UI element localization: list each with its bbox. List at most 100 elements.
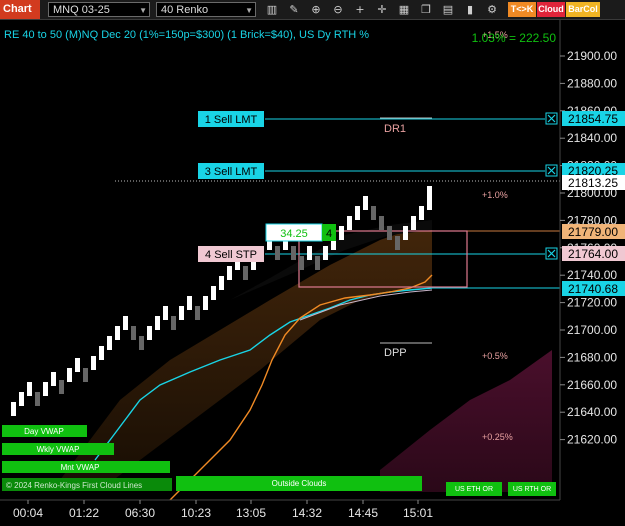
down-brick	[315, 256, 320, 270]
crosshair-icon[interactable]: ✛	[374, 2, 390, 17]
up-brick	[211, 286, 216, 300]
price-tick-label: 21900.00	[567, 49, 617, 63]
up-brick	[155, 316, 160, 330]
bar-type-value: 40 Renko	[161, 4, 209, 16]
up-brick	[323, 246, 328, 260]
pct-05-label: +0.5%	[482, 351, 508, 361]
up-brick	[27, 382, 32, 396]
pencil-icon[interactable]: ✎	[286, 2, 302, 17]
order-price-badge-1: 21854.75	[562, 111, 625, 126]
time-axis[interactable]: 00:04 01:22 06:30 10:23 13:05 14:32 14:45 15:01	[13, 500, 433, 520]
order-label-3-text: 3 Sell LMT	[205, 166, 258, 178]
dpp-label: DPP	[384, 347, 407, 359]
price-tick-label: 21840.00	[567, 131, 617, 145]
down-brick	[171, 316, 176, 330]
chevron-down-icon: ▼	[139, 6, 147, 15]
up-brick	[75, 358, 80, 372]
down-brick	[195, 306, 200, 320]
time-tick-label: 01:22	[69, 506, 99, 520]
svg-text:Wkly VWAP: Wkly VWAP	[37, 445, 80, 454]
up-brick	[99, 346, 104, 360]
pct-1-label: +1.0%	[482, 190, 508, 200]
order-label-1[interactable]: 1 Sell LMT	[198, 111, 264, 127]
pct-025-label: +0.25%	[482, 432, 513, 442]
tok-button[interactable]: T<>K	[508, 2, 536, 17]
down-brick	[275, 246, 280, 260]
dr1-label: DR1	[384, 123, 406, 135]
copyright-text: © 2024 Renko-Kings First Cloud Lines	[6, 481, 142, 490]
up-brick	[227, 266, 232, 280]
time-tick-label: 06:30	[125, 506, 155, 520]
order-label-4-text: 4 Sell STP	[205, 249, 257, 261]
price-tick-label: 21680.00	[567, 350, 617, 364]
price-tick-label: 21880.00	[567, 76, 617, 90]
time-tick-label: 14:32	[292, 506, 322, 520]
bars-icon[interactable]: ▮	[462, 2, 478, 17]
chevron-down-icon: ▼	[245, 6, 253, 15]
copy-icon[interactable]: ❐	[418, 2, 434, 17]
down-brick	[139, 336, 144, 350]
up-brick	[91, 356, 96, 370]
up-brick	[163, 306, 168, 320]
down-brick	[299, 256, 304, 270]
up-brick	[219, 276, 224, 290]
order-label-4[interactable]: 4 Sell STP	[198, 246, 264, 262]
price-tick-label: 21640.00	[567, 405, 617, 419]
plus-icon[interactable]: +	[352, 2, 368, 17]
position-value: 34.25	[280, 228, 308, 240]
price-tick-label: 21660.00	[567, 378, 617, 392]
position-count: 4	[326, 228, 332, 240]
svg-text:21764.00: 21764.00	[568, 247, 618, 261]
cloud-button[interactable]: Cloud	[537, 2, 565, 17]
last-price-badge: 21813.25	[562, 175, 625, 190]
lower-cloud	[60, 222, 432, 490]
bar-style-icon[interactable]: ▥	[264, 2, 280, 17]
price-tick-label: 21700.00	[567, 323, 617, 337]
barcol-button[interactable]: BarCol	[566, 2, 600, 17]
up-brick	[347, 216, 352, 230]
svg-text:21740.68: 21740.68	[568, 282, 618, 296]
svg-text:Mnt VWAP: Mnt VWAP	[61, 463, 100, 472]
close-icon[interactable]	[545, 112, 558, 125]
instrument-value: MNQ 03-25	[53, 4, 110, 16]
level-price-badge-1: 21779.00	[562, 224, 625, 239]
zoom-out-icon[interactable]: ⊖	[330, 2, 346, 17]
grid-icon[interactable]: ▤	[440, 2, 456, 17]
up-brick	[411, 216, 416, 230]
up-brick	[115, 326, 120, 340]
up-brick	[427, 186, 432, 200]
calendar-icon[interactable]: ▦	[396, 2, 412, 17]
up-brick	[179, 306, 184, 320]
time-tick-label: 15:01	[403, 506, 433, 520]
down-brick	[395, 236, 400, 250]
down-brick	[379, 216, 384, 230]
mnt-vwap-label: Mnt VWAP	[2, 461, 170, 473]
close-icon[interactable]	[545, 164, 558, 177]
renko-chart[interactable]: 1 Sell LMT 3 Sell LMT 4 Sell STP 34.25 4…	[0, 20, 625, 526]
down-brick	[35, 392, 40, 406]
zoom-in-icon[interactable]: ⊕	[308, 2, 324, 17]
chart-header: RE 40 to 50 (M)NQ Dec 20 (1%=150p=$300) …	[4, 29, 369, 41]
instrument-selector[interactable]: MNQ 03-25 ▼	[48, 2, 150, 17]
time-tick-label: 00:04	[13, 506, 43, 520]
close-icon[interactable]	[545, 247, 558, 260]
svg-text:Day VWAP: Day VWAP	[24, 427, 64, 436]
time-tick-label: 13:05	[236, 506, 266, 520]
price-tick-label: 21740.00	[567, 268, 617, 282]
up-brick	[19, 392, 24, 406]
settings-icon[interactable]: ⚙	[484, 2, 500, 17]
price-tick-label: 21620.00	[567, 433, 617, 447]
time-tick-label: 10:23	[181, 506, 211, 520]
bar-type-selector[interactable]: 40 Renko ▼	[156, 2, 256, 17]
purple-cloud	[380, 350, 552, 492]
up-brick	[67, 368, 72, 382]
wkly-vwap-label: Wkly VWAP	[2, 443, 114, 455]
level-price-badge-2: 21740.68	[562, 281, 625, 296]
down-brick	[131, 326, 136, 340]
svg-text:21779.00: 21779.00	[568, 225, 618, 239]
chart-window-title: Chart	[0, 0, 40, 19]
order-label-3[interactable]: 3 Sell LMT	[198, 163, 264, 179]
order-label-1-text: 1 Sell LMT	[205, 114, 258, 126]
up-brick	[203, 296, 208, 310]
position-label[interactable]: 34.25 4	[265, 223, 336, 242]
